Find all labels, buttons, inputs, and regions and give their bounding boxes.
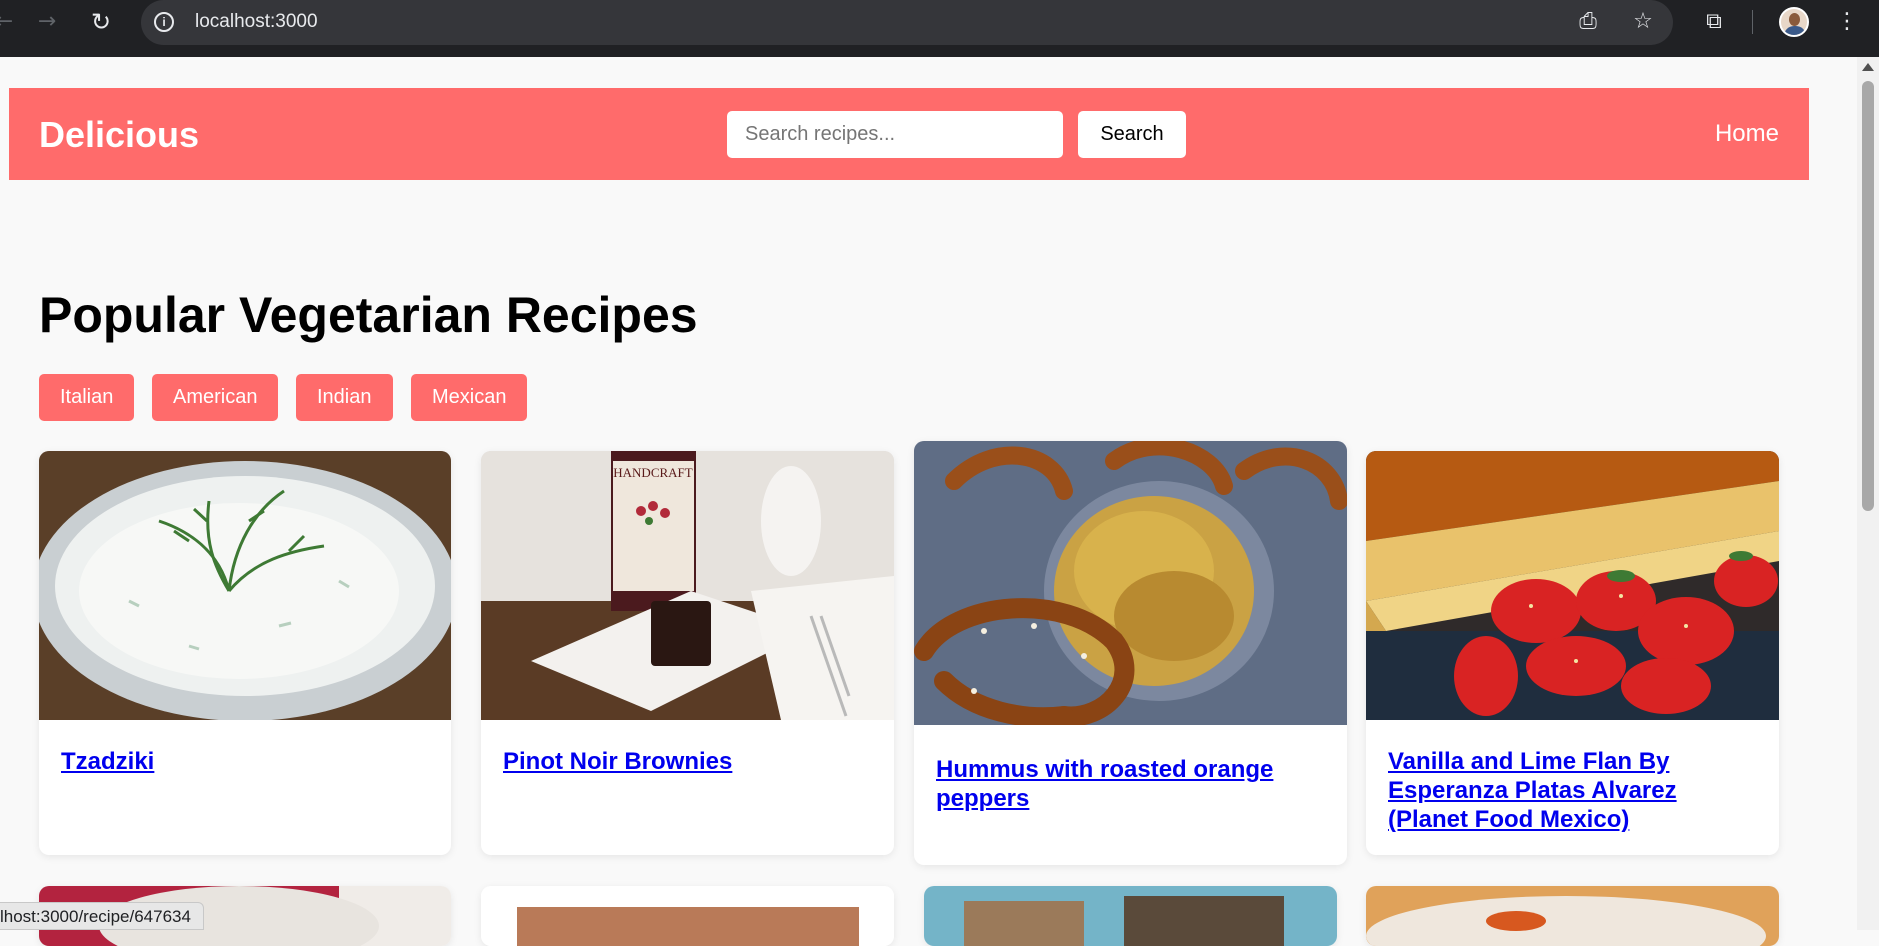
page-title: Popular Vegetarian Recipes [39,287,698,343]
site-header: Delicious Search Home [9,88,1809,180]
link-status-bar: lhost:3000/recipe/647634 [0,902,204,930]
recipe-image[interactable] [481,886,894,946]
cuisine-button-american[interactable]: American [152,374,279,421]
browser-toolbar: ← → ↻ i localhost:3000 ⎙ ☆ ⧉ ⋮ [0,0,1879,57]
recipe-card[interactable]: Hummus with roasted orange peppers [914,441,1347,865]
cuisine-button-italian[interactable]: Italian [39,374,135,421]
recipe-card[interactable]: Tzadziki [39,451,451,855]
address-url[interactable]: localhost:3000 [195,11,318,33]
scroll-up-icon[interactable] [1862,63,1874,71]
profile-avatar[interactable] [1779,7,1809,37]
recipe-card[interactable]: Vanilla and Lime Flan By Esperanza Plata… [1366,451,1779,855]
install-app-icon[interactable]: ⎙ [1575,9,1601,35]
recipe-card[interactable] [924,886,1337,946]
toolbar-divider [1752,10,1753,34]
extensions-icon[interactable]: ⧉ [1700,8,1728,36]
menu-kebab-icon[interactable]: ⋮ [1833,8,1861,36]
recipe-card[interactable] [481,886,894,946]
home-link[interactable]: Home [1715,120,1779,148]
recipe-image[interactable] [1366,886,1779,946]
page-scrollbar[interactable] [1857,57,1879,930]
recipe-card[interactable] [1366,886,1779,946]
search-button[interactable]: Search [1078,111,1186,158]
recipe-image[interactable] [914,441,1347,725]
site-info-icon[interactable]: i [154,12,174,32]
recipe-image[interactable] [1366,451,1779,720]
scrollbar-thumb[interactable] [1862,81,1874,511]
back-icon[interactable]: ← [0,8,18,36]
forward-icon[interactable]: → [33,8,61,36]
recipe-title-link[interactable]: Tzadziki [61,747,429,776]
svg-text:HANDCRAFT: HANDCRAFT [613,465,693,480]
recipe-title-link[interactable]: Hummus with roasted orange peppers [936,755,1325,813]
bookmark-star-icon[interactable]: ☆ [1630,9,1656,35]
search-input[interactable] [727,111,1063,158]
cuisine-button-indian[interactable]: Indian [296,374,393,421]
recipe-image[interactable] [39,451,451,720]
recipe-title-link[interactable]: Vanilla and Lime Flan By Esperanza Plata… [1388,747,1757,834]
address-bar[interactable]: i localhost:3000 ⎙ ☆ [141,0,1673,45]
brand-logo[interactable]: Delicious [39,114,199,156]
recipe-card[interactable]: HANDCRAFT Pinot Noir Brownies [481,451,894,855]
cuisine-button-mexican[interactable]: Mexican [411,374,528,421]
recipe-title-link[interactable]: Pinot Noir Brownies [503,747,872,776]
recipe-image[interactable] [924,886,1337,946]
recipe-image[interactable]: HANDCRAFT [481,451,894,720]
reload-icon[interactable]: ↻ [87,8,115,36]
